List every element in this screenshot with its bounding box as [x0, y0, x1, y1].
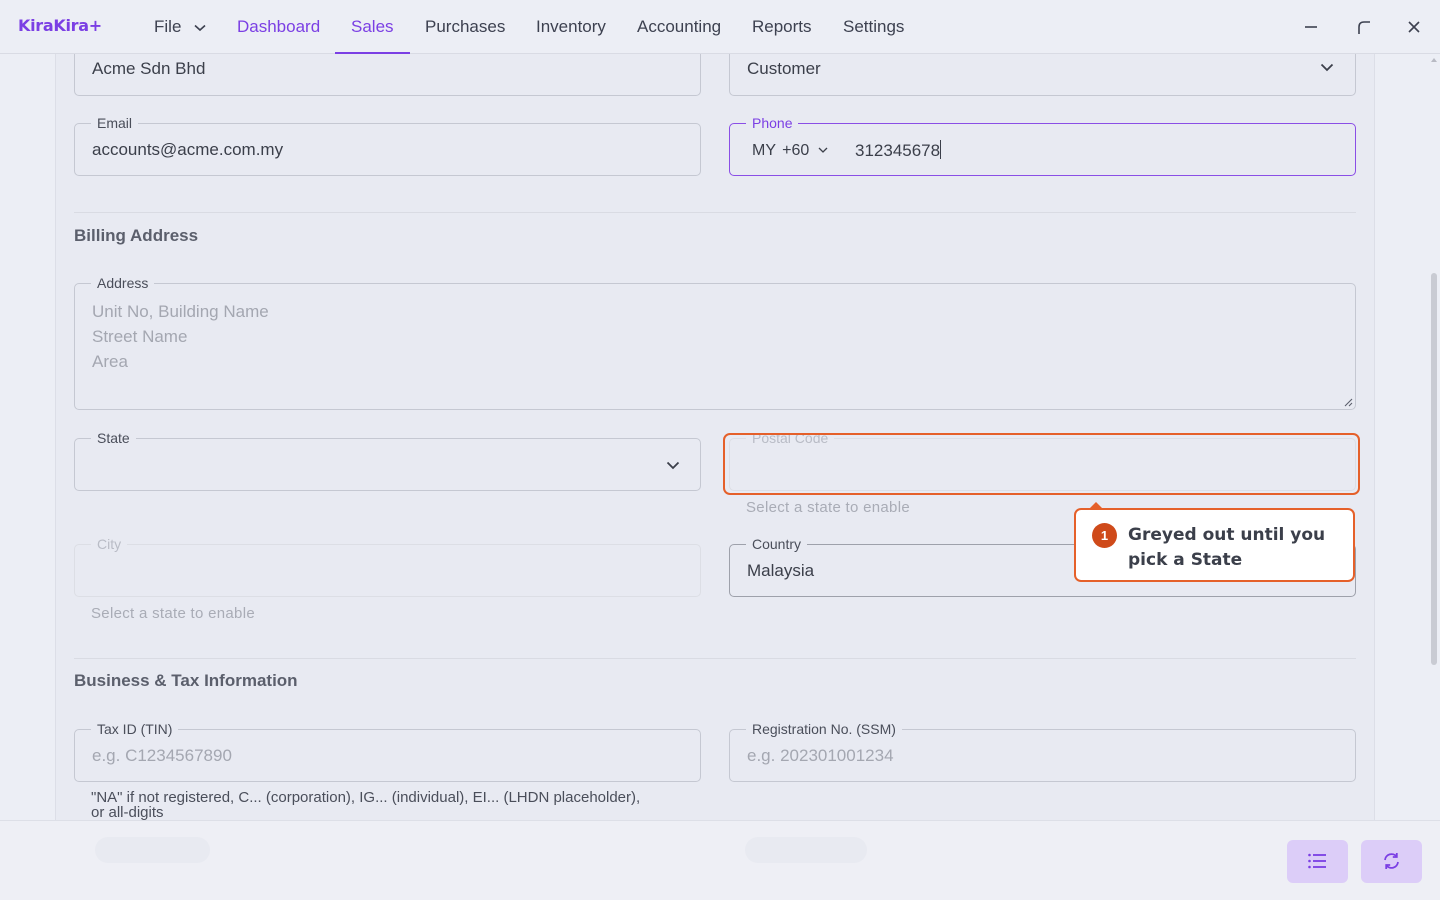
step-badge: 1: [1092, 523, 1117, 548]
minimize-icon: [1305, 26, 1317, 28]
billing-address-title: Billing Address: [74, 226, 199, 245]
resize-handle-icon[interactable]: [1343, 397, 1353, 407]
state-select[interactable]: State: [74, 430, 701, 491]
menu-file[interactable]: File: [154, 0, 206, 54]
scrollbar-thumb[interactable]: [1431, 273, 1437, 665]
restore-icon: [1358, 21, 1370, 34]
country-code-flag: MY: [752, 142, 776, 159]
city-field[interactable]: City: [74, 536, 701, 597]
ssm-field[interactable]: Registration No. (SSM) e.g. 202301001234: [729, 721, 1356, 782]
list-icon: [1308, 853, 1326, 869]
email-field[interactable]: Email accounts@acme.com.my: [74, 115, 701, 176]
phone-label: Phone: [746, 115, 799, 131]
tin-placeholder: e.g. C1234567890: [92, 746, 232, 765]
nav-sales[interactable]: Sales: [335, 0, 409, 54]
chevron-down-icon: [194, 24, 206, 31]
address-placeholder-line: Street Name: [92, 327, 188, 346]
dial-code: +60: [782, 142, 810, 159]
chevron-down-icon: [1320, 63, 1334, 72]
section-divider: [74, 658, 1356, 659]
close-icon: [1408, 21, 1420, 33]
tin-field[interactable]: Tax ID (TIN) e.g. C1234567890: [74, 721, 701, 782]
footer-placeholder: [745, 837, 867, 863]
chevron-down-icon: [666, 461, 680, 470]
phone-value-wrap: 312345678: [855, 140, 942, 161]
company-name-value: Acme Sdn Bhd: [92, 59, 206, 78]
address-textarea[interactable]: Address Unit No, Building Name Street Na…: [74, 275, 1356, 410]
ssm-placeholder: e.g. 202301001234: [747, 746, 894, 765]
nav-accounting[interactable]: Accounting: [637, 0, 721, 54]
scroll-up-icon[interactable]: [1431, 58, 1437, 62]
address-placeholder-line: Unit No, Building Name: [92, 302, 269, 321]
state-label: State: [91, 430, 136, 446]
footer-placeholder: [95, 837, 210, 863]
app-logo: KiraKira+: [18, 16, 102, 35]
chevron-down-icon: [818, 147, 828, 153]
nav-purchases[interactable]: Purchases: [425, 0, 505, 54]
refresh-icon: [1384, 853, 1399, 869]
close-button[interactable]: [1401, 14, 1427, 40]
tooltip-text: Greyed out until you pick a State: [1128, 525, 1326, 570]
list-view-button[interactable]: [1287, 840, 1348, 883]
tin-helper-line: "NA" if not registered, C... (corporatio…: [91, 789, 641, 806]
guide-tooltip: 1 Greyed out until you pick a State: [1074, 502, 1355, 582]
address-placeholder: Unit No, Building Name Street Name Area: [92, 299, 269, 374]
refresh-button[interactable]: [1361, 840, 1422, 883]
city-label: City: [91, 536, 128, 552]
email-value: accounts@acme.com.my: [92, 140, 284, 159]
tin-helper-line: or all-digits: [91, 804, 164, 821]
email-label: Email: [91, 115, 139, 131]
tooltip-arrow: [1089, 502, 1103, 509]
country-label: Country: [746, 536, 808, 552]
country-value: Malaysia: [747, 561, 815, 580]
minimize-button[interactable]: [1298, 14, 1324, 40]
phone-field[interactable]: Phone MY +60 312345678: [729, 115, 1356, 176]
city-helper: Select a state to enable: [91, 605, 255, 622]
nav-settings[interactable]: Settings: [843, 0, 904, 54]
postal-code-highlight: [723, 433, 1360, 495]
business-tax-title: Business & Tax Information: [74, 671, 298, 690]
address-placeholder-line: Area: [92, 352, 128, 371]
section-divider: [74, 212, 1356, 213]
country-code-select[interactable]: MY +60: [752, 142, 828, 160]
phone-value: 312345678: [855, 141, 941, 160]
ssm-label: Registration No. (SSM): [746, 721, 902, 737]
nav-reports[interactable]: Reports: [752, 0, 812, 54]
address-label: Address: [91, 275, 155, 291]
nav-inventory[interactable]: Inventory: [536, 0, 606, 54]
tin-label: Tax ID (TIN): [91, 721, 179, 737]
nav-dashboard[interactable]: Dashboard: [237, 0, 320, 54]
maximize-button[interactable]: [1351, 14, 1377, 40]
tin-helper: "NA" if not registered, C... (corporatio…: [91, 790, 640, 820]
postal-code-helper: Select a state to enable: [746, 499, 910, 516]
footer-bar: [0, 820, 1440, 900]
text-cursor: [940, 140, 942, 159]
top-bar: KiraKira+ File Dashboard Sales Purchases…: [0, 0, 1440, 54]
menu-file-label: File: [154, 17, 182, 36]
contact-type-value: Customer: [747, 59, 821, 78]
